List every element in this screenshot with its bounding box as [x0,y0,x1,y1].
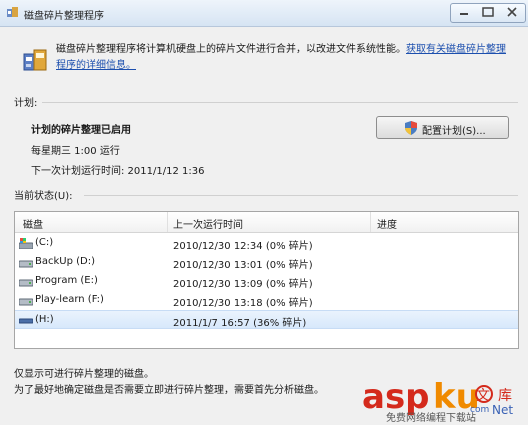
column-header-last-run[interactable]: 上一次运行时间 [173,216,243,231]
status-divider [84,195,518,196]
table-row[interactable]: Program (E:) 2010/12/30 13:09 (0% 碎片) [15,272,518,291]
maximize-button[interactable] [477,6,499,18]
column-divider[interactable] [167,212,168,232]
hard-drive-icon [19,298,33,306]
schedule-frequency: 每星期三 1:00 运行 [31,146,120,157]
schedule-section-label: 计划: [14,98,38,109]
window-controls [450,3,526,23]
configure-schedule-button[interactable]: 配置计划(S)... [376,116,509,139]
table-row[interactable]: BackUp (D:) 2010/12/30 13:01 (0% 碎片) [15,253,518,272]
disk-list[interactable]: 磁盘 上一次运行时间 进度 (C:) 2010/12/30 12:34 (0% … [14,211,519,349]
schedule-divider [42,102,518,103]
current-status-label: 当前状态(U): [14,191,73,202]
defrag-app-icon [7,7,18,17]
last-run: 2011/1/7 16:57 (36% 碎片) [173,318,307,329]
help-link-continued[interactable]: 程序的详细信息。 [56,60,136,71]
hard-drive-icon [19,279,33,287]
disk-list-header: 磁盘 上一次运行时间 进度 [15,212,518,233]
table-row[interactable]: Play-learn (F:) 2010/12/30 13:18 (0% 碎片) [15,291,518,310]
column-header-progress[interactable]: 进度 [377,216,397,231]
window-title: 磁盘碎片整理程序 [24,11,104,22]
shield-icon [405,121,417,135]
last-run: 2010/12/30 13:09 (0% 碎片) [173,279,313,290]
configure-schedule-label: 配置计划(S)... [422,126,486,137]
last-run: 2010/12/30 13:01 (0% 碎片) [173,260,313,271]
watermark-ku-char: 库 [498,388,512,404]
description: 磁盘碎片整理程序将计算机硬盘上的碎片文件进行合并，以改进文件系统性能。获取有关磁… [56,42,516,74]
hard-drive-icon [19,260,33,268]
column-divider[interactable] [370,212,371,232]
table-row[interactable]: (C:) 2010/12/30 12:34 (0% 碎片) [15,234,518,253]
disk-name: Play-learn (F:) [35,294,104,305]
system-drive-icon [19,238,33,249]
schedule-status: 计划的碎片整理已启用 [31,125,131,136]
table-row-selected[interactable]: (H:) 2011/1/7 16:57 (36% 碎片) [15,310,518,329]
disk-name: (C:) [35,237,54,248]
disk-defrag-icon [23,49,47,71]
column-header-disk[interactable]: 磁盘 [23,216,43,231]
description-text: 磁盘碎片整理程序将计算机硬盘上的碎片文件进行合并，以改进文件系统性能。 [56,44,406,55]
title-bar: 磁盘碎片整理程序 [0,0,528,27]
footer-note: 仅显示可进行碎片整理的磁盘。 [14,369,154,380]
next-run-time: 下一次计划运行时间: 2011/1/12 1:36 [31,166,205,177]
minimize-button[interactable] [453,6,475,18]
close-button[interactable] [501,6,523,18]
aspku-watermark-logo: asp ku 文 库 免费网络编程下载站 com Net [362,377,513,424]
watermark-asp: asp [362,377,430,417]
watermark-tagline: 免费网络编程下载站 [386,411,476,424]
usb-drive-icon [19,318,33,324]
disk-name: (H:) [35,314,54,325]
last-run: 2010/12/30 12:34 (0% 碎片) [173,241,313,252]
watermark-wen: 文 [476,388,490,404]
last-run: 2010/12/30 13:18 (0% 碎片) [173,298,313,309]
disk-name: Program (E:) [35,275,98,286]
help-link[interactable]: 获取有关磁盘碎片整理 [406,44,506,55]
footer-note-analyze: 为了最好地确定磁盘是否需要立即进行碎片整理，需要首先分析磁盘。 [14,385,324,396]
watermark-net: Net [492,403,513,417]
disk-name: BackUp (D:) [35,256,95,267]
watermark-com: com [470,405,489,415]
